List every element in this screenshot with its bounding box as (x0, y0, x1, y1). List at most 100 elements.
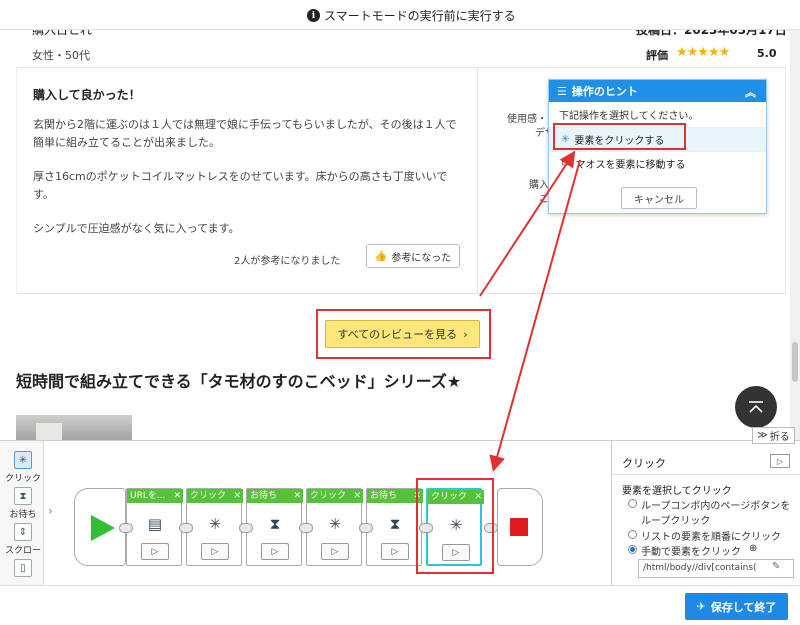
notice-bar: i スマートモードの実行前に実行する (0, 0, 800, 30)
step-connector (239, 523, 253, 533)
workflow-step-wait[interactable]: お待ち ✕ ⧗ ▷ (366, 488, 423, 566)
product-thumbnail[interactable] (16, 415, 132, 440)
hint-header: ☰ 操作のヒント ︽ (549, 80, 766, 102)
workflow-step-open-url[interactable]: URLを... ✕ ▤ ▷ (126, 488, 183, 566)
review-author-cut: 購入日とれ (32, 30, 93, 37)
save-and-exit-button[interactable]: ✈ 保存して終了 (685, 593, 788, 620)
notice-message: i スマートモードの実行前に実行する (307, 7, 516, 24)
series-heading: 短時間で組み立てできる「タモ材のすのこベッド」シリーズ★ (16, 372, 462, 391)
expand-toolbox-icon[interactable]: › (48, 504, 53, 518)
scroll-icon: ⇕ (14, 523, 32, 541)
step-connector (119, 523, 133, 533)
radio-manual-click[interactable]: 手動で要素をクリック ⊕ (628, 543, 757, 558)
step-label: お待ち (370, 491, 398, 501)
edit-pencil-icon[interactable]: ✎ (772, 561, 780, 572)
step-tab: URLを... ✕ (127, 489, 183, 503)
hint-title: 操作のヒント (571, 85, 638, 98)
step-play-button[interactable]: ▷ (141, 543, 169, 560)
toolbox-more[interactable]: ▯ (4, 559, 42, 579)
close-icon[interactable]: ✕ (353, 489, 361, 503)
workflow-step-wait[interactable]: お待ち ✕ ⧗ ▷ (246, 488, 303, 566)
radio-list-sequential[interactable]: リストの要素を順番にクリック (628, 528, 781, 543)
step-play-button[interactable]: ▷ (381, 543, 409, 560)
stop-icon (510, 518, 528, 536)
helpful-count: 2人が参考になりました (234, 256, 341, 267)
rating-label: 評価 (646, 49, 668, 62)
radio-loop-page-button[interactable]: ループコンボ内のページボタンを ループクリック (628, 497, 790, 527)
scrollbar-thumb[interactable] (792, 342, 798, 382)
mouse-hover-icon: ▭ (561, 158, 571, 169)
properties-panel: クリック ▷ 要素を選択してクリック ループコンボ内のページボタンを ループクリッ… (611, 441, 800, 585)
hourglass-icon: ⧗ (14, 487, 32, 505)
target-icon[interactable]: ⊕ (749, 543, 757, 554)
collapse-panel-button[interactable]: ≫ 折る (752, 427, 795, 444)
xpath-value: /html/body//div[contains( (643, 563, 757, 573)
workflow-step-click[interactable]: クリック ✕ ✳ ▷ (186, 488, 243, 566)
open-url-icon: ▤ (147, 515, 163, 533)
rocket-icon: ✈ (696, 600, 706, 613)
step-play-button[interactable]: ▷ (261, 543, 289, 560)
review-line: シンプルで圧迫感がなく気に入ってます。 (33, 222, 240, 235)
close-icon[interactable]: ✕ (173, 489, 181, 503)
reviewer-demographic: 女性・50代 (32, 49, 90, 62)
radio-label: ループコンボ内のページボタンを ループクリック (641, 501, 791, 527)
highlight-frame (553, 123, 686, 150)
hover-element-option[interactable]: ▭ マオスを要素に移動する (549, 151, 766, 175)
step-tab: クリック ✕ (307, 489, 363, 503)
step-tab: お待ち ✕ (367, 489, 423, 503)
cursor-click-icon: ✳ (208, 515, 222, 533)
xpath-field[interactable]: /html/body//div[contains( (638, 559, 794, 578)
radio-icon (628, 545, 637, 554)
hover-element-label: マオスを要素に移動する (575, 160, 686, 171)
collapse-up-icon[interactable]: ︽ (745, 84, 756, 100)
toolbox-click[interactable]: ✳ クリック (4, 451, 42, 484)
helpful-button[interactable]: 👍 参考になった (366, 244, 460, 268)
back-to-top-button[interactable] (735, 386, 777, 428)
properties-title: クリック (622, 457, 666, 470)
cursor-click-icon: ✳ (328, 515, 342, 533)
start-play-icon (91, 515, 115, 541)
step-label: URLを... (130, 491, 166, 501)
review-line: す。 (33, 188, 54, 201)
all-reviews-button[interactable]: すべてのレビューを見る › (325, 320, 480, 348)
step-tab: クリック ✕ (187, 489, 243, 503)
toolbox-wait[interactable]: ⧗ お待ち (4, 487, 42, 520)
review-line: 厚さ16cmのポケットコイルマットレスをのせています。床からの高さも丁度いいで (33, 170, 448, 183)
side-label: 購入 (529, 180, 549, 191)
close-icon[interactable]: ✕ (293, 489, 301, 503)
review-line: 玄関から2階に運ぶのは１人では無理で娘に手伝ってもらいましたが、その後は１人で (33, 118, 457, 131)
collapse-label: 折る (769, 432, 790, 443)
test-run-button[interactable]: ▷ (770, 454, 790, 468)
double-chevron-down-icon: ≫ (757, 430, 768, 441)
workflow-step-click[interactable]: クリック ✕ ✳ ▷ (306, 488, 363, 566)
hourglass-icon: ⧗ (269, 515, 281, 533)
footer-bar (0, 585, 800, 625)
all-reviews-label: すべてのレビューを見る (337, 328, 458, 341)
step-label: お待ち (250, 491, 278, 501)
step-connector (179, 523, 193, 533)
step-tab: お待ち ✕ (247, 489, 303, 503)
review-paragraph-3: シンプルで圧迫感がなく気に入ってます。 (33, 220, 463, 238)
step-label: クリック (190, 491, 227, 501)
review-meta-row: 女性・50代 評価 ★★★★★ 5.0 (16, 38, 786, 68)
helpful-button-label: 参考になった (391, 252, 452, 264)
review-divider (477, 68, 478, 294)
divider (612, 474, 800, 475)
end-node[interactable] (497, 488, 543, 566)
page-icon: ▯ (14, 559, 32, 577)
notice-text: スマートモードの実行前に実行する (324, 9, 516, 23)
step-play-button[interactable]: ▷ (321, 543, 349, 560)
rating-value: 5.0 (757, 47, 777, 60)
step-label: クリック (310, 491, 347, 501)
page-scrollbar[interactable] (790, 30, 800, 440)
close-icon[interactable]: ✕ (233, 489, 241, 503)
step-play-button[interactable]: ▷ (201, 543, 229, 560)
hint-list-icon: ☰ (557, 84, 567, 98)
step-connector (359, 523, 373, 533)
step-connector (299, 523, 313, 533)
thumbs-up-icon: 👍 (374, 250, 388, 262)
hint-cancel-button[interactable]: キャンセル (621, 187, 697, 209)
radio-label: リストの要素を順番にクリック (641, 532, 781, 543)
rating-stars-icon: ★★★★★ (676, 45, 730, 60)
review-paragraph-1: 玄関から2階に運ぶのは１人では無理で娘に手伝ってもらいましたが、その後は１人で … (33, 116, 463, 152)
